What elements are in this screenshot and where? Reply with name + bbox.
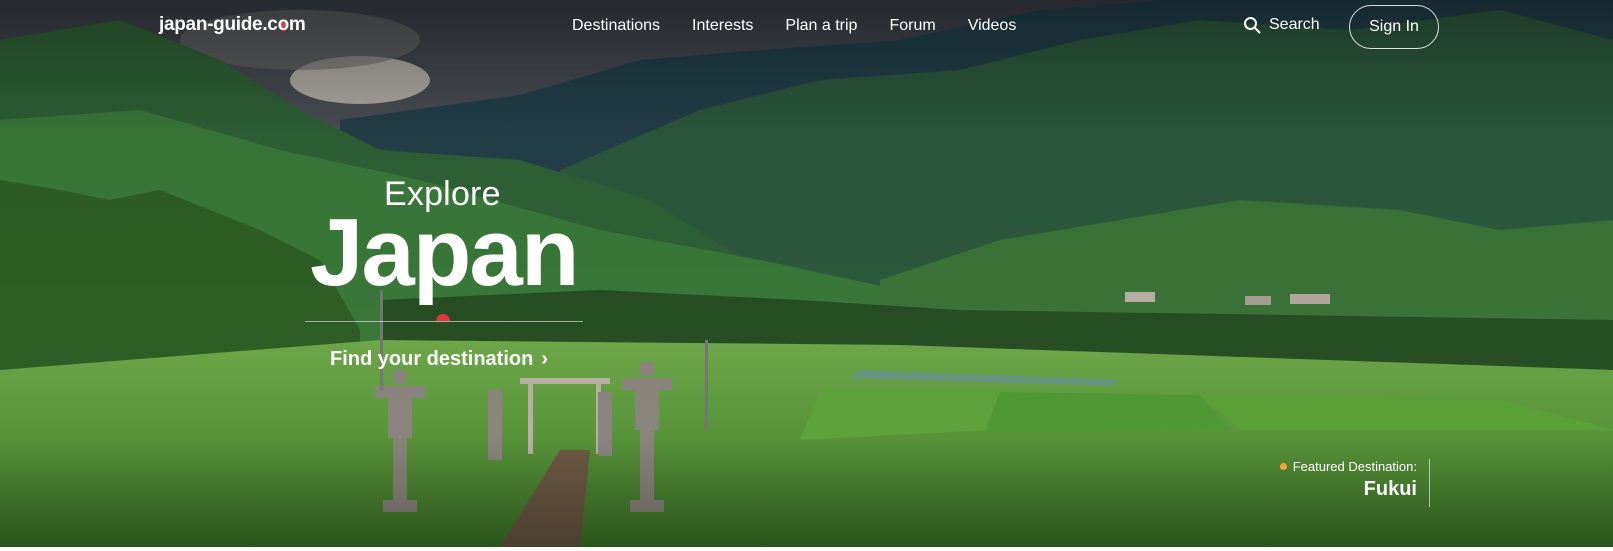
featured-destination-label-row: Featured Destination: bbox=[1279, 459, 1417, 474]
nav-interests[interactable]: Interests bbox=[692, 17, 753, 35]
hero-red-sun-mark bbox=[436, 314, 450, 321]
featured-destination-name: Fukui bbox=[1363, 478, 1417, 500]
nav-destinations[interactable]: Destinations bbox=[572, 17, 660, 35]
sign-in-label: Sign In bbox=[1369, 18, 1419, 35]
nav-plan-a-trip[interactable]: Plan a trip bbox=[785, 17, 857, 35]
chevron-right-icon: › bbox=[541, 348, 549, 370]
logo-o: o bbox=[277, 14, 290, 35]
hero-title: Japan bbox=[310, 199, 579, 306]
featured-dot-icon bbox=[1279, 463, 1287, 470]
logo-o-with-dot: o bbox=[277, 14, 290, 36]
nav-forum[interactable]: Forum bbox=[889, 17, 935, 35]
search-button[interactable]: Search bbox=[1243, 16, 1320, 34]
search-label: Search bbox=[1269, 16, 1320, 33]
site-logo[interactable]: japan-guide.c om bbox=[159, 14, 306, 36]
logo-text-prefix: japan-guide.c bbox=[159, 14, 278, 35]
logo-text-suffix: m bbox=[288, 14, 306, 35]
nav-videos[interactable]: Videos bbox=[968, 17, 1017, 35]
featured-destination-label: Featured Destination: bbox=[1292, 459, 1417, 474]
sign-in-button[interactable]: Sign In bbox=[1349, 5, 1439, 49]
main-nav: Destinations Interests Plan a trip Forum… bbox=[572, 17, 1048, 35]
search-icon bbox=[1244, 17, 1261, 34]
hero-title-divider bbox=[305, 321, 583, 322]
hero-banner: japan-guide.c om Destinations Interests P… bbox=[0, 0, 1613, 547]
find-destination-link[interactable]: Find your destination › bbox=[330, 348, 548, 371]
featured-destination[interactable]: Featured Destination: Fukui bbox=[1279, 459, 1430, 507]
find-destination-label: Find your destination bbox=[330, 348, 534, 370]
